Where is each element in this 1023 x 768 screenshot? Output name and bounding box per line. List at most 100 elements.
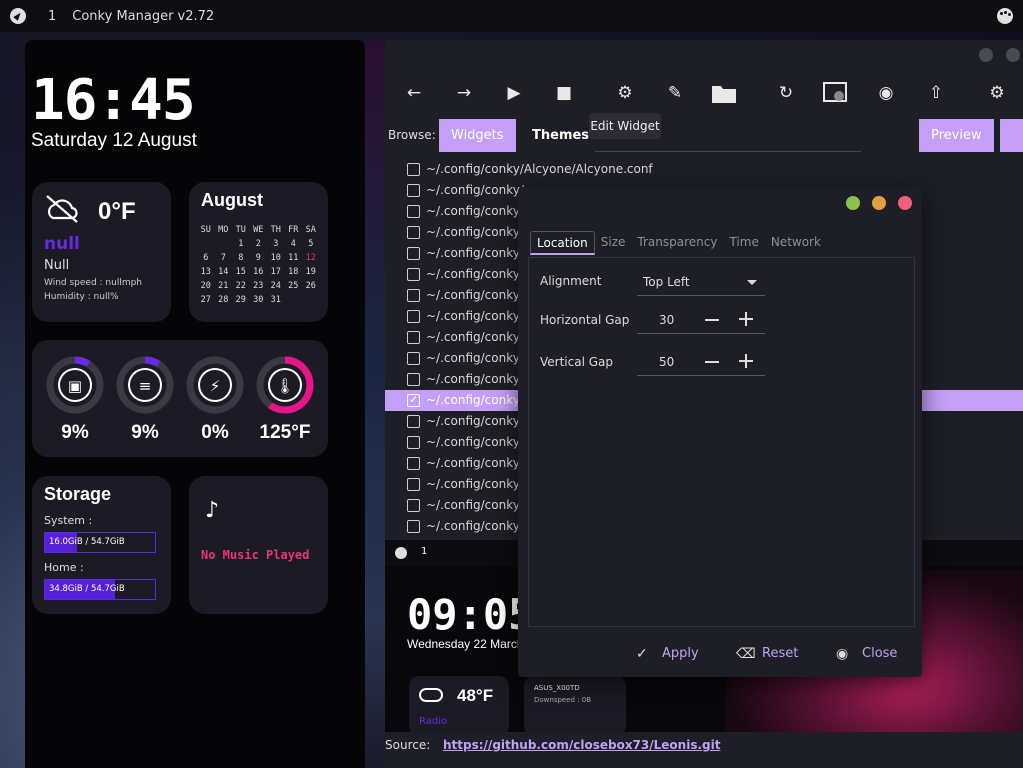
calendar-day: 9 — [255, 253, 261, 263]
row-checkbox[interactable] — [407, 163, 420, 176]
palette-icon[interactable] — [997, 8, 1013, 24]
row-path: ~/.config/conky/ — [426, 309, 524, 323]
search-input[interactable] — [595, 151, 861, 152]
row-checkbox[interactable] — [407, 393, 420, 407]
row-checkbox[interactable] — [407, 268, 420, 281]
list-button[interactable] — [1000, 119, 1023, 152]
row-checkbox[interactable] — [407, 289, 420, 302]
calendar-day: 7 — [220, 253, 226, 263]
calendar-day: 28 — [218, 295, 229, 305]
row-checkbox[interactable] — [407, 247, 420, 260]
calendar-day: 16 — [253, 267, 264, 277]
row-path: ~/.config/conky/ — [426, 204, 524, 218]
play-icon[interactable]: ▶ — [501, 80, 527, 106]
tab-network[interactable]: Network — [765, 231, 827, 255]
tab-widgets[interactable]: Widgets — [439, 119, 516, 152]
vgap-spinner[interactable]: 50 — [637, 348, 765, 376]
row-checkbox[interactable] — [407, 457, 420, 470]
calendar-day: 23 — [253, 281, 264, 291]
tab-location[interactable]: Location — [530, 231, 595, 255]
row-path: ~/.config/conky/ — [426, 519, 524, 533]
upload-icon[interactable]: ⇧ — [923, 80, 949, 106]
cloud-off-icon — [46, 195, 78, 223]
minimize-button[interactable] — [979, 48, 993, 62]
dialog-yellow-button[interactable] — [872, 196, 886, 210]
tab-time[interactable]: Time — [723, 231, 764, 255]
calendar-day: 14 — [218, 267, 229, 277]
calendar-day: 13 — [200, 267, 211, 277]
calendar-day: 19 — [305, 267, 316, 277]
row-path: ~/.config/conky/ — [426, 498, 524, 512]
preview-button[interactable]: Preview — [919, 119, 994, 152]
forward-arrow-icon[interactable]: → — [451, 80, 477, 106]
window-titlebar[interactable] — [385, 40, 1023, 72]
tab-transparency[interactable]: Transparency — [631, 231, 723, 255]
alignment-select[interactable]: Top Left — [637, 268, 765, 296]
weather-wind: Wind speed : nullmph — [44, 278, 143, 288]
calendar-day: 24 — [270, 281, 281, 291]
row-checkbox[interactable] — [407, 205, 420, 218]
row-path: ~/.config/conky/ — [426, 435, 524, 449]
row-path: ~/.config/conky/ — [426, 267, 524, 281]
cpu-gauge: ▣ — [46, 356, 104, 414]
close-button[interactable]: ◉ Close — [836, 646, 916, 666]
plus-icon[interactable] — [739, 312, 753, 326]
minus-icon[interactable] — [705, 361, 719, 363]
system-monitor-card: ▣ 9% ≡ 9% ⚡ 0% 🌡 125°F — [32, 340, 328, 457]
stop-icon[interactable]: ■ — [551, 80, 577, 106]
plus-icon[interactable] — [739, 354, 753, 368]
system-storage-bar: 16.0GiB / 54.7GiB — [44, 532, 156, 553]
image-settings-icon[interactable] — [823, 80, 849, 106]
battery-charging-gauge: ⚡ — [186, 356, 244, 414]
hgap-spinner[interactable]: 30 — [637, 306, 765, 334]
dialog-close-dot[interactable] — [898, 196, 912, 210]
reset-button[interactable]: ⌫ Reset — [736, 646, 816, 666]
dialog-green-button[interactable] — [846, 196, 860, 210]
row-checkbox[interactable] — [407, 352, 420, 365]
edit-pencil-icon[interactable]: ✎ — [662, 80, 688, 106]
preview-workspace: 1 — [421, 546, 428, 557]
weather-temperature: 0°F — [98, 198, 136, 225]
row-checkbox[interactable] — [407, 436, 420, 449]
refresh-icon[interactable]: ↻ — [773, 80, 799, 106]
minus-icon[interactable] — [705, 319, 719, 321]
calendar-day: 11 — [288, 253, 299, 263]
row-path: ~/.config/conky/ — [426, 246, 524, 260]
preview-date: Wednesday 22 March — [407, 637, 524, 651]
row-checkbox[interactable] — [407, 499, 420, 512]
calendar-day: 2 — [255, 239, 261, 249]
calendar-header: FR — [288, 225, 299, 235]
battery-charging-icon: ⚡ — [210, 377, 221, 395]
tab-size[interactable]: Size — [595, 231, 632, 255]
maximize-button[interactable] — [1006, 48, 1020, 62]
row-checkbox[interactable] — [407, 415, 420, 428]
widget-list-row[interactable]: ~/.config/conky/Alcyone/Alcyone.conf — [385, 159, 1023, 180]
row-checkbox[interactable] — [407, 184, 420, 197]
preferences-cogs-icon[interactable]: ⚙ — [984, 80, 1010, 106]
hgap-value[interactable]: 30 — [659, 313, 674, 327]
row-checkbox[interactable] — [407, 373, 420, 386]
compass-icon[interactable] — [10, 8, 26, 24]
row-checkbox[interactable] — [407, 478, 420, 491]
vgap-value[interactable]: 50 — [659, 355, 674, 369]
calendar-month: August — [201, 190, 263, 210]
edit-widget-tooltip: Edit Widget — [589, 113, 661, 139]
edit-widget-dialog: Location Size Transparency Time Network Alig… — [518, 187, 922, 677]
calendar-grid: SU MO TU WE TH FR SA 1 2 3 4 5 6 7 8 9 10 11 12 13 14 15 16 17 1… — [197, 224, 320, 307]
row-checkbox[interactable] — [407, 520, 420, 533]
battery-charging-value: 0% — [201, 422, 229, 443]
workspace-number[interactable]: 1 — [48, 9, 56, 24]
system-storage-label: System : — [44, 514, 93, 527]
desktop-wallpaper — [365, 40, 385, 768]
folder-icon[interactable] — [711, 80, 737, 106]
record-icon[interactable]: ◉ — [873, 80, 899, 106]
source-link[interactable]: https://github.com/closebox73/Leonis.git — [443, 738, 720, 752]
database-icon: ≡ — [139, 377, 152, 395]
calendar-day: 4 — [290, 239, 296, 249]
row-checkbox[interactable] — [407, 226, 420, 239]
apply-button[interactable]: ✓ Apply — [636, 646, 716, 666]
settings-cogs-icon[interactable]: ⚙ — [612, 80, 638, 106]
back-arrow-icon[interactable]: ← — [401, 80, 427, 106]
row-checkbox[interactable] — [407, 331, 420, 344]
row-checkbox[interactable] — [407, 310, 420, 323]
